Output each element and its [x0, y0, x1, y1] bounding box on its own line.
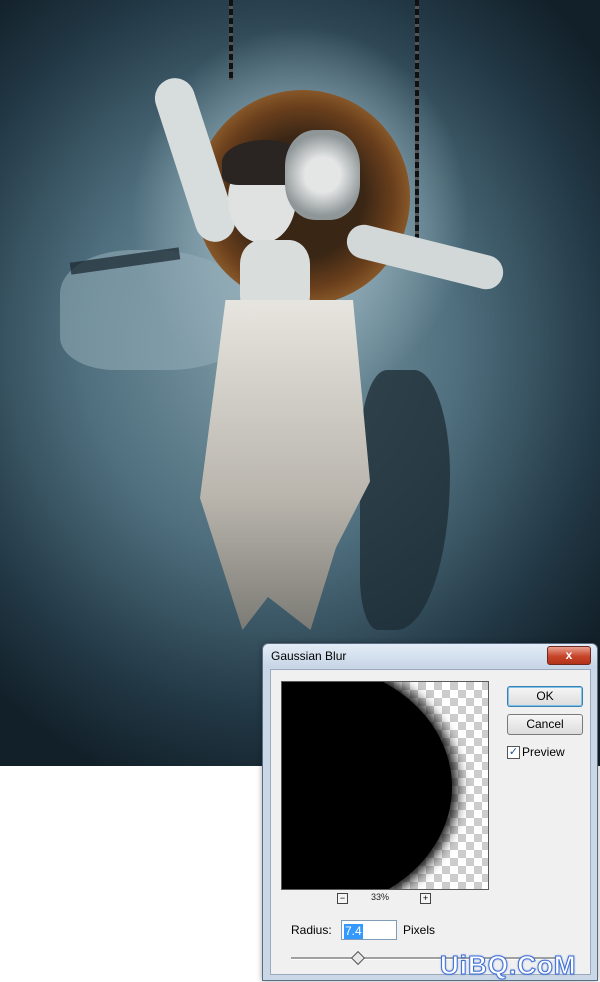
dialog-body: − 33% + OK Cancel ✓ Preview Radius: 7.4 … [270, 669, 591, 975]
zoom-level: 33% [371, 892, 390, 902]
preview-checkbox[interactable]: ✓ [507, 746, 520, 759]
gaussian-blur-dialog: Gaussian Blur x − 33% + OK Cancel ✓ Prev… [262, 643, 598, 981]
zoom-controls: − 33% + [281, 892, 487, 906]
zoom-out-icon: − [339, 893, 346, 903]
preview-label: Preview [522, 745, 565, 759]
zoom-in-button[interactable]: + [420, 893, 431, 904]
radius-row: Radius: 7.4 Pixels [281, 920, 581, 942]
watermark-logo: UiBQ.CoM [440, 950, 577, 981]
radius-input[interactable]: 7.4 [341, 920, 397, 940]
flowers [285, 130, 360, 220]
dialog-titlebar[interactable]: Gaussian Blur x [263, 644, 597, 668]
checkmark-icon: ✓ [508, 746, 519, 758]
radius-slider-thumb[interactable] [350, 950, 366, 966]
ok-button[interactable]: OK [507, 686, 583, 707]
dress [200, 300, 370, 630]
wall-crack [360, 370, 450, 630]
chain-right [415, 0, 419, 240]
radius-label: Radius: [291, 923, 332, 937]
zoom-in-icon: + [422, 893, 429, 903]
dialog-title: Gaussian Blur [271, 649, 347, 663]
close-icon: x [565, 648, 573, 662]
zoom-out-button[interactable]: − [337, 893, 348, 904]
blurred-shape [282, 682, 452, 889]
chain-left [229, 0, 233, 80]
close-button[interactable]: x [547, 646, 591, 665]
filter-preview[interactable] [281, 681, 489, 890]
radius-value: 7.4 [344, 924, 363, 939]
radius-unit: Pixels [403, 923, 436, 937]
cancel-button[interactable]: Cancel [507, 714, 583, 735]
